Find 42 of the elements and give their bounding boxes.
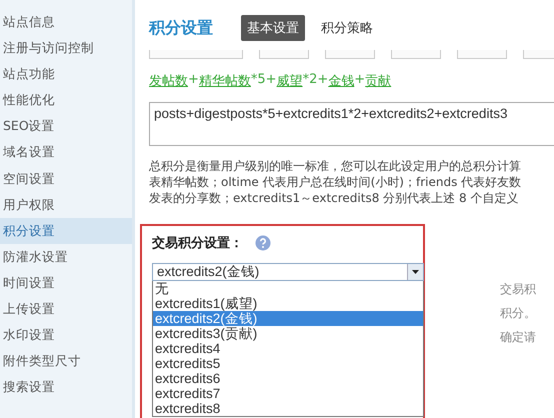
sidebar-item[interactable]: SEO设置 — [0, 113, 132, 140]
hint-text: 交易积 — [500, 281, 536, 298]
sidebar-item[interactable]: 性能优化 — [0, 87, 132, 114]
sidebar-item[interactable]: 域名设置 — [0, 139, 132, 166]
formula-operator: + — [354, 72, 366, 87]
tab[interactable]: 积分策略 — [315, 15, 379, 41]
page-title: 积分设置 — [149, 18, 213, 38]
sidebar-item[interactable]: 注册与访问控制 — [0, 35, 132, 62]
field-label: 交易积分设置： — [152, 234, 243, 252]
formula-operator: *2+ — [302, 72, 328, 89]
dropdown-option[interactable]: extcredits2(金钱) — [153, 311, 423, 326]
formula-operator: *5+ — [250, 72, 277, 89]
sidebar-item[interactable]: 搜索设置 — [0, 374, 132, 400]
dropdown-option[interactable]: extcredits5 — [153, 356, 423, 371]
description-text: 表精华帖数；oltime 代表用户总在线时间(小时)；friends 代表好友数 — [149, 174, 522, 190]
description-text: 总积分是衡量用户级别的唯一标准，您可以在此设定用户的总积分计算 — [149, 158, 522, 174]
sidebar-item[interactable]: 上传设置 — [0, 296, 132, 322]
sidebar-item[interactable]: 站点信息 — [0, 9, 132, 36]
formula-textarea[interactable]: posts+digestposts*5+extcredits1*2+extcredits2+extcredits3 — [149, 102, 554, 146]
sidebar-item[interactable]: 用户权限 — [0, 192, 132, 218]
sidebar-item[interactable]: 空间设置 — [0, 166, 132, 192]
sidebar-item[interactable]: 站点功能 — [0, 61, 132, 88]
dropdown-option[interactable]: extcredits7 — [153, 386, 423, 401]
sidebar-item[interactable]: 时间设置 — [0, 270, 132, 296]
dropdown-option[interactable]: extcredits6 — [153, 371, 423, 386]
hint-text: 积分。 — [500, 305, 536, 322]
credit-select[interactable]: extcredits2(金钱) — [152, 263, 424, 281]
dropdown-option[interactable]: extcredits4 — [153, 341, 423, 356]
dropdown-option[interactable]: extcredits1(威望) — [153, 296, 423, 311]
sidebar-item[interactable]: 水印设置 — [0, 322, 132, 348]
sidebar-item[interactable]: 防灌水设置 — [0, 244, 132, 270]
formula-operator: + — [188, 72, 199, 89]
help-icon[interactable] — [255, 235, 271, 251]
sidebar-item[interactable]: 附件类型尺寸 — [0, 348, 132, 374]
dropdown-option[interactable]: 无 — [153, 281, 423, 296]
dropdown-option[interactable]: extcredits8 — [153, 401, 423, 416]
description-text: 发表的分享数；extcredits1～extcredits8 分别代表上述 8 个自定义 — [149, 190, 520, 206]
dropdown-option[interactable]: extcredits3(贡献) — [153, 326, 423, 341]
hint-text: 确定请 — [500, 329, 536, 346]
caret-icon — [412, 270, 419, 274]
tab[interactable]: 基本设置 — [241, 15, 305, 41]
sidebar-item[interactable]: 积分设置 — [0, 218, 132, 244]
